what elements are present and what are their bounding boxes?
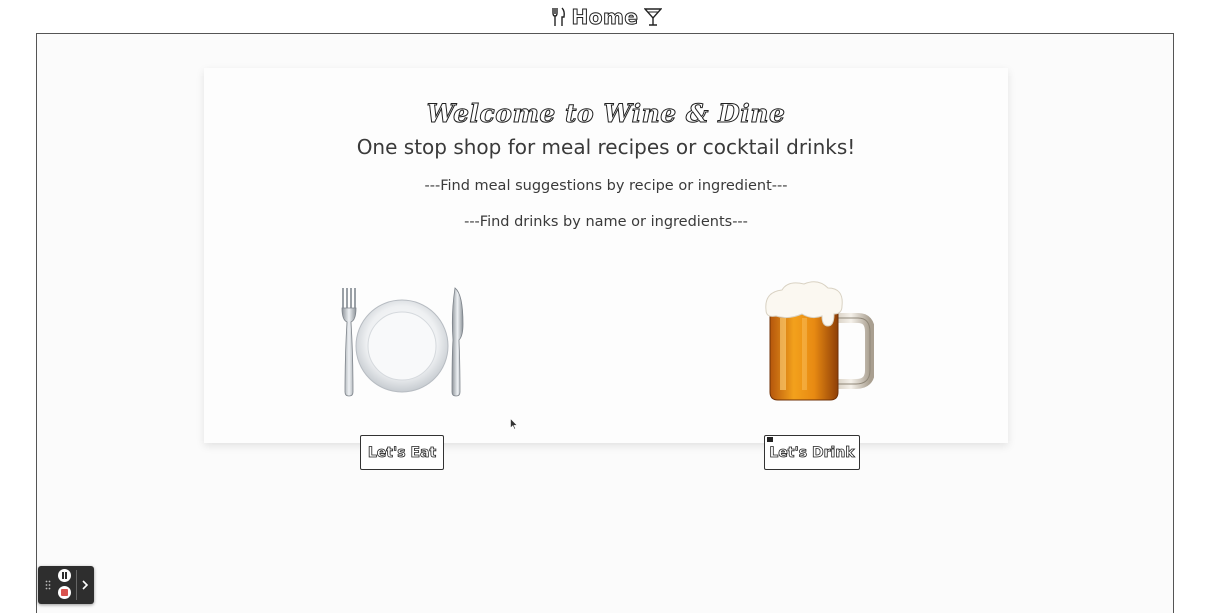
grip-icon[interactable] [45,580,51,590]
mouse-cursor-icon [510,418,518,430]
chevron-right-icon[interactable] [81,579,89,591]
screen-recorder-toolbar [38,566,94,604]
tagline: One stop shop for meal recipes or cockta… [356,135,856,159]
toolbar-divider [76,570,77,600]
cocktail-icon [644,7,663,26]
welcome-heading: Welcome to Wine & Dine [426,99,786,129]
meal-search-description: ---Find meal suggestions by recipe or in… [424,178,788,194]
plate-with-cutlery-icon [341,287,464,397]
home-link[interactable]: Home [571,4,638,29]
beer-mug-icon [765,281,874,401]
top-nav: Home [0,0,1214,33]
fork-knife-icon [551,7,565,26]
pause-icon[interactable] [58,569,71,582]
content-frame: Welcome to Wine & Dine One stop shop for… [36,33,1174,613]
drink-search-description: ---Find drinks by name or ingredients--- [464,214,748,230]
focus-mark [767,437,773,442]
stop-icon[interactable] [58,586,71,599]
lets-drink-label: Let's Drink [769,444,855,461]
lets-drink-button[interactable]: Let's Drink [764,435,860,470]
lets-eat-button[interactable]: Let's Eat [360,435,444,470]
welcome-card: Welcome to Wine & Dine One stop shop for… [204,68,1008,470]
